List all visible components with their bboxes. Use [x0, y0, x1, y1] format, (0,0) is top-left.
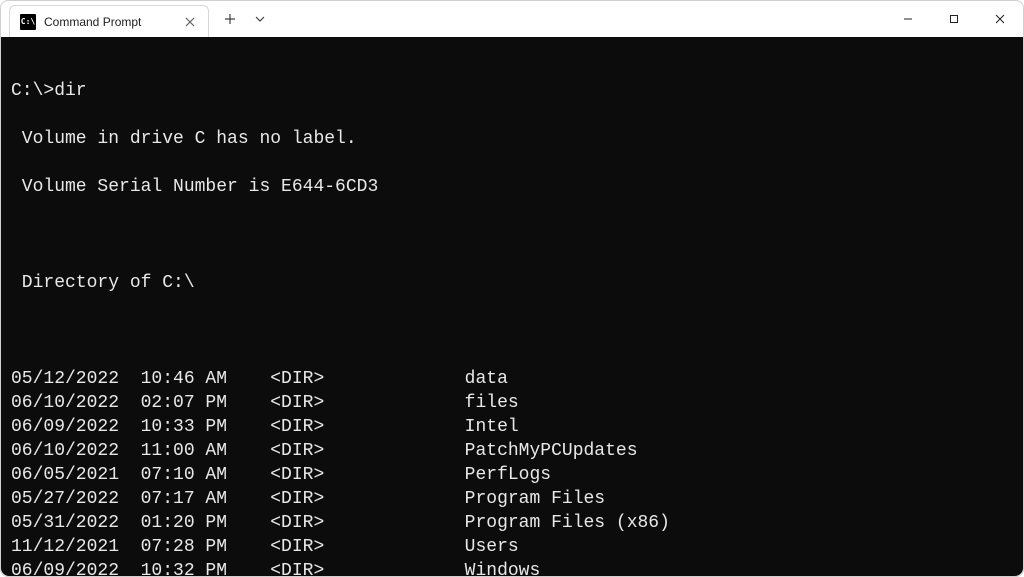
prompt-line: C:\>dir — [11, 79, 1013, 103]
blank-line — [11, 223, 1013, 247]
blank-line — [11, 319, 1013, 343]
window-controls — [885, 1, 1023, 37]
directory-entry: 06/09/2022 10:33 PM <DIR> Intel — [11, 415, 1013, 439]
new-tab-button[interactable] — [215, 3, 245, 35]
directory-entry: 05/27/2022 07:17 AM <DIR> Program Files — [11, 487, 1013, 511]
volume-serial-line: Volume Serial Number is E644-6CD3 — [11, 175, 1013, 199]
minimize-button[interactable] — [885, 1, 931, 37]
directory-entry: 05/12/2022 10:46 AM <DIR> data — [11, 367, 1013, 391]
window-titlebar: C:\ Command Prompt — [1, 1, 1023, 37]
close-window-button[interactable] — [977, 1, 1023, 37]
tab-actions — [215, 1, 275, 37]
directory-of-line: Directory of C:\ — [11, 271, 1013, 295]
tab-dropdown-button[interactable] — [245, 3, 275, 35]
directory-entry: 06/10/2022 02:07 PM <DIR> files — [11, 391, 1013, 415]
directory-entry: 06/05/2021 07:10 AM <DIR> PerfLogs — [11, 463, 1013, 487]
maximize-button[interactable] — [931, 1, 977, 37]
volume-label-line: Volume in drive C has no label. — [11, 127, 1013, 151]
directory-entry: 05/31/2022 01:20 PM <DIR> Program Files … — [11, 511, 1013, 535]
tab-command-prompt[interactable]: C:\ Command Prompt — [9, 5, 209, 37]
close-tab-button[interactable] — [182, 14, 198, 30]
terminal-output[interactable]: C:\>dir Volume in drive C has no label. … — [1, 37, 1023, 576]
directory-entry: 06/10/2022 11:00 AM <DIR> PatchMyPCUpdat… — [11, 439, 1013, 463]
cmd-icon: C:\ — [20, 14, 36, 30]
tab-title: Command Prompt — [44, 15, 174, 29]
directory-entry: 06/09/2022 10:32 PM <DIR> Windows — [11, 559, 1013, 576]
directory-entry: 11/12/2021 07:28 PM <DIR> Users — [11, 535, 1013, 559]
directory-listing: 05/12/2022 10:46 AM <DIR> data06/10/2022… — [11, 367, 1013, 576]
